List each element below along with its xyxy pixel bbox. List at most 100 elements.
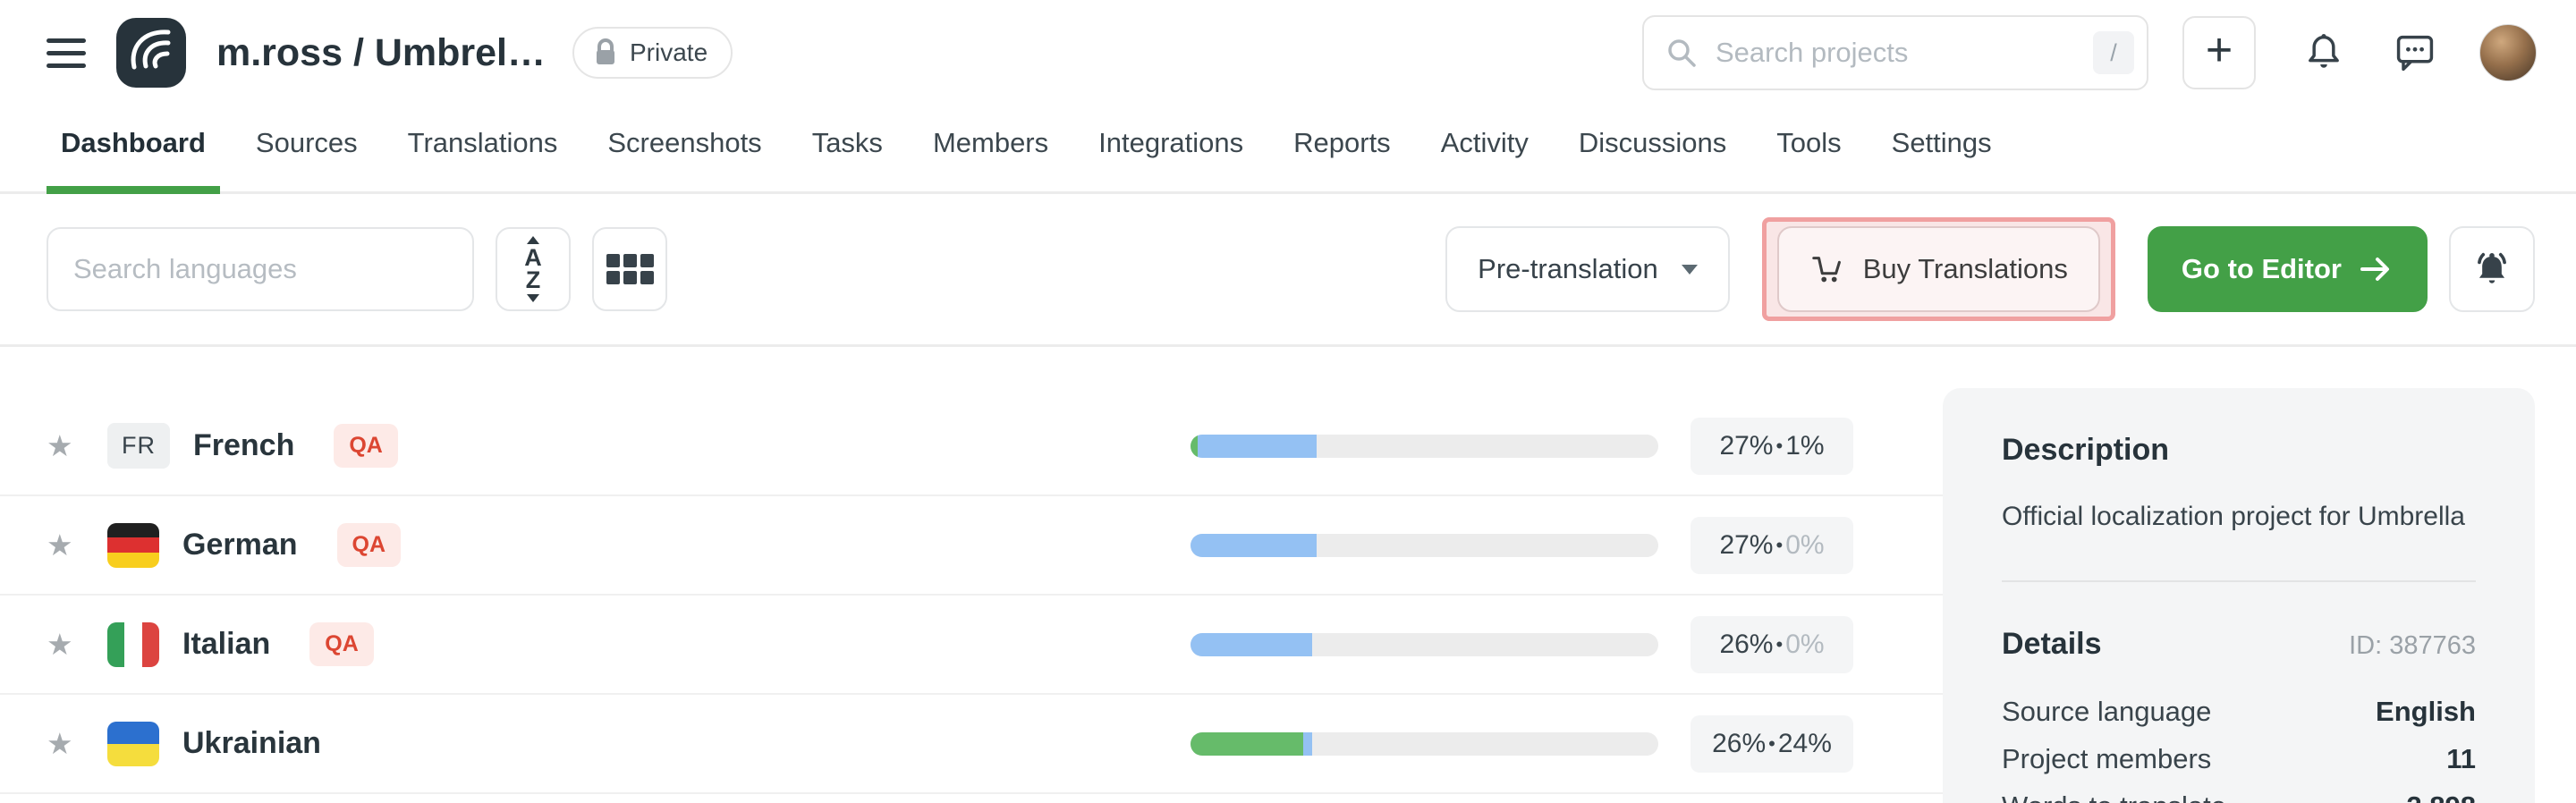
language-name: Italian xyxy=(182,627,270,662)
star-icon[interactable]: ★ xyxy=(47,630,86,659)
bullet-separator: • xyxy=(1775,435,1783,458)
tab-tasks[interactable]: Tasks xyxy=(798,106,897,191)
progress-label: 26% • 0% xyxy=(1690,616,1853,673)
progress-bar xyxy=(1191,435,1658,458)
messages-button[interactable] xyxy=(2392,30,2438,76)
tab-integrations[interactable]: Integrations xyxy=(1084,106,1258,191)
tab-discussions[interactable]: Discussions xyxy=(1564,106,1741,191)
description-title: Description xyxy=(2002,433,2476,468)
tab-translations[interactable]: Translations xyxy=(394,106,572,191)
tab-settings[interactable]: Settings xyxy=(1877,106,2006,191)
language-row[interactable]: ★ German QA 27% • 0% xyxy=(0,496,1943,596)
annotation-highlight: Buy Translations xyxy=(1762,217,2115,321)
notifications-button[interactable] xyxy=(2301,30,2347,76)
language-row[interactable]: ★ Ukrainian 26% • 24% xyxy=(0,695,1943,794)
detail-row: Words to translate 2 898 xyxy=(2002,790,2476,803)
detail-label: Words to translate xyxy=(2002,790,2226,803)
progress-bar xyxy=(1191,633,1658,656)
tab-members[interactable]: Members xyxy=(919,106,1063,191)
bell-icon xyxy=(2301,30,2347,76)
tab-screenshots[interactable]: Screenshots xyxy=(593,106,775,191)
progress-label: 27% • 1% xyxy=(1690,418,1853,475)
language-flag xyxy=(107,523,159,568)
cart-icon xyxy=(1809,250,1847,288)
progress-label: 26% • 24% xyxy=(1690,715,1853,773)
approved-segment xyxy=(1191,732,1303,756)
buy-translations-label: Buy Translations xyxy=(1863,253,2068,285)
project-search[interactable]: / xyxy=(1642,15,2148,90)
chevron-down-icon xyxy=(1682,265,1698,275)
project-nav: Dashboard Sources Translations Screensho… xyxy=(0,106,2576,194)
crowdin-logo-icon[interactable] xyxy=(116,18,186,88)
arrow-right-icon xyxy=(2358,254,2394,284)
bullet-separator: • xyxy=(1775,534,1783,557)
buy-translations-button[interactable]: Buy Translations xyxy=(1777,226,2100,312)
dashboard-toolbar: A Z Pre-translation Buy Translations xyxy=(0,194,2576,347)
menu-button[interactable] xyxy=(47,38,86,68)
ringing-bell-icon xyxy=(2469,246,2515,292)
detail-row: Project members 11 xyxy=(2002,743,2476,775)
avatar[interactable] xyxy=(2479,24,2537,81)
tab-reports[interactable]: Reports xyxy=(1279,106,1405,191)
star-icon[interactable]: ★ xyxy=(47,431,86,461)
go-to-editor-button[interactable]: Go to Editor xyxy=(2148,226,2428,312)
grid-icon xyxy=(606,254,654,284)
language-row[interactable]: ★ Italian QA 26% • 0% xyxy=(0,596,1943,695)
translated-segment xyxy=(1303,732,1312,756)
tab-activity[interactable]: Activity xyxy=(1427,106,1543,191)
bullet-separator: • xyxy=(1775,633,1783,656)
detail-value: English xyxy=(2376,696,2476,728)
grid-view-button[interactable] xyxy=(592,227,667,311)
pre-translation-label: Pre-translation xyxy=(1478,253,1658,285)
divider xyxy=(2002,580,2476,582)
qa-issues-badge[interactable]: QA xyxy=(334,424,398,468)
lock-icon xyxy=(592,38,619,68)
translated-segment xyxy=(1198,435,1317,458)
language-name: German xyxy=(182,528,298,562)
pre-translation-button[interactable]: Pre-translation xyxy=(1445,226,1730,312)
privacy-label: Private xyxy=(630,38,708,67)
progress-label: 27% • 0% xyxy=(1690,517,1853,574)
breadcrumb[interactable]: m.ross / Umbrel… xyxy=(216,31,546,75)
progress-bar xyxy=(1191,732,1658,756)
language-name: French xyxy=(193,428,294,463)
qa-issues-badge[interactable]: QA xyxy=(309,622,374,666)
go-to-editor-label: Go to Editor xyxy=(2182,253,2342,285)
language-search[interactable] xyxy=(47,227,474,311)
bullet-separator: • xyxy=(1768,732,1775,756)
project-search-input[interactable] xyxy=(1714,36,2079,70)
project-id: ID: 387763 xyxy=(2349,631,2476,661)
details-title: Details xyxy=(2002,627,2102,662)
tab-sources[interactable]: Sources xyxy=(242,106,372,191)
project-details-card: Description Official localization projec… xyxy=(1943,388,2535,803)
language-list: ★ FR French QA 27% • 1% ★ German QA 27% … xyxy=(0,397,1943,794)
privacy-badge: Private xyxy=(572,27,733,79)
detail-label: Project members xyxy=(2002,743,2211,775)
sort-languages-button[interactable]: A Z xyxy=(496,227,571,311)
top-header: m.ross / Umbrel… Private / + xyxy=(0,0,2576,106)
detail-value: 11 xyxy=(2446,743,2476,775)
progress-bar xyxy=(1191,534,1658,557)
project-updates-button[interactable] xyxy=(2449,226,2535,312)
tab-dashboard[interactable]: Dashboard xyxy=(47,106,220,191)
qa-issues-badge[interactable]: QA xyxy=(337,523,402,567)
star-icon[interactable]: ★ xyxy=(47,729,86,758)
create-project-button[interactable]: + xyxy=(2182,16,2256,89)
crowdin-logo-glyph xyxy=(116,18,186,88)
language-code-badge: FR xyxy=(107,423,170,469)
sort-alphabetical-icon: A Z xyxy=(524,236,542,302)
star-icon[interactable]: ★ xyxy=(47,530,86,560)
detail-value: 2 898 xyxy=(2406,790,2476,803)
shortcut-hint: / xyxy=(2093,31,2134,74)
chat-icon xyxy=(2392,30,2438,76)
crowdin-project-dashboard: m.ross / Umbrel… Private / + xyxy=(0,0,2576,803)
main-content: ★ FR French QA 27% • 1% ★ German QA 27% … xyxy=(0,347,2576,803)
detail-label: Source language xyxy=(2002,696,2211,728)
translated-segment xyxy=(1191,633,1312,656)
language-search-input[interactable] xyxy=(72,252,449,286)
search-icon xyxy=(1664,35,1699,71)
language-row[interactable]: ★ FR French QA 27% • 1% xyxy=(0,397,1943,496)
description-text: Official localization project for Umbrel… xyxy=(2002,502,2476,532)
tab-tools[interactable]: Tools xyxy=(1762,106,1855,191)
detail-row: Source language English xyxy=(2002,696,2476,728)
